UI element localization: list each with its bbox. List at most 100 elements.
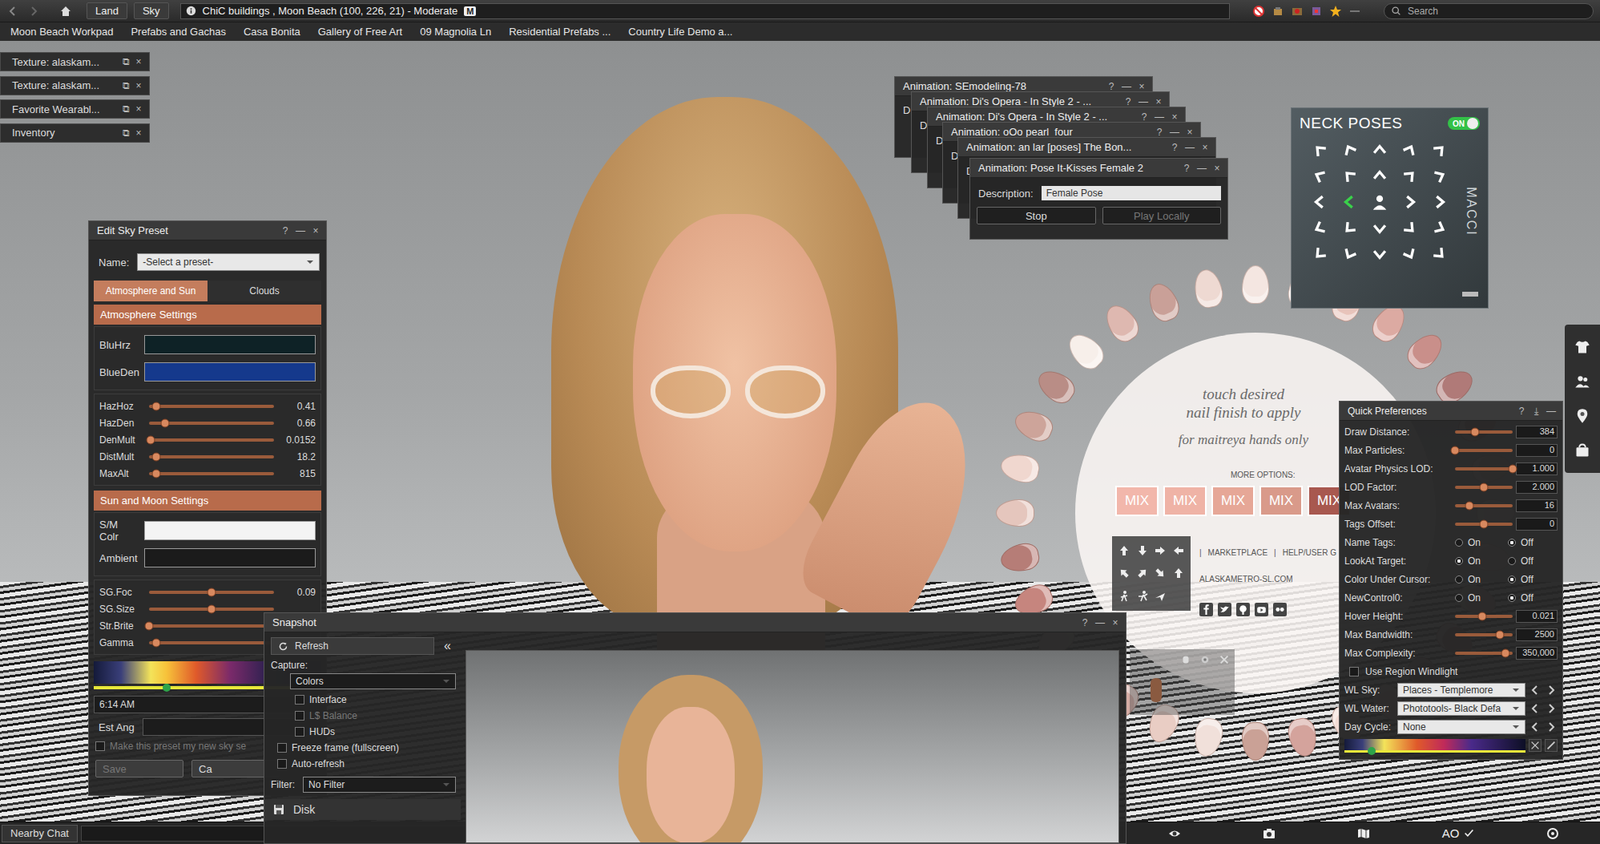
camera-arrow-icon[interactable] bbox=[1136, 566, 1149, 580]
window-control[interactable]: ? bbox=[1140, 111, 1149, 123]
window-control[interactable]: — bbox=[1138, 96, 1149, 108]
window-control[interactable]: × bbox=[1201, 141, 1210, 154]
snapshot-option-checkbox[interactable]: Auto-refresh bbox=[270, 755, 456, 772]
value-field[interactable]: 16 bbox=[1515, 499, 1558, 512]
window-control[interactable]: ? bbox=[1107, 80, 1116, 93]
neck-arrow-icon[interactable] bbox=[1400, 167, 1419, 186]
slider-track[interactable] bbox=[149, 607, 275, 611]
camera-arrow-icon[interactable] bbox=[1153, 544, 1167, 557]
reset-icon[interactable] bbox=[1528, 738, 1542, 752]
forward-arrow-icon[interactable] bbox=[27, 4, 41, 18]
slider-knob[interactable] bbox=[207, 587, 217, 597]
mix-button[interactable]: MIX bbox=[1163, 485, 1207, 516]
neck-poses-toggle[interactable]: ON bbox=[1447, 116, 1480, 130]
value-field[interactable]: 0.021 bbox=[1515, 609, 1558, 623]
value-field[interactable]: 384 bbox=[1515, 425, 1558, 439]
window-control[interactable]: — bbox=[1184, 141, 1195, 154]
slider-knob[interactable] bbox=[152, 401, 162, 411]
window-control[interactable]: × bbox=[1137, 80, 1146, 93]
window-control[interactable]: × bbox=[134, 80, 143, 92]
neck-arrow-icon[interactable] bbox=[1341, 141, 1359, 160]
toolbar-button[interactable] bbox=[1150, 826, 1199, 840]
capture-dropdown[interactable]: Colors bbox=[290, 673, 456, 690]
pinterest-icon[interactable] bbox=[1236, 602, 1250, 617]
window-control[interactable]: × bbox=[1185, 126, 1194, 138]
animation-button[interactable]: Stop bbox=[976, 206, 1097, 225]
slider-track[interactable] bbox=[1454, 467, 1513, 471]
neck-arrow-icon[interactable] bbox=[1311, 218, 1330, 237]
scripts-icon[interactable] bbox=[1290, 4, 1304, 18]
neck-arrow-icon[interactable] bbox=[1311, 141, 1330, 160]
minimized-window[interactable]: Inventory⧉× bbox=[0, 123, 150, 143]
info-icon[interactable] bbox=[185, 5, 197, 17]
radio-option[interactable]: On bbox=[1454, 555, 1505, 567]
slider-knob[interactable] bbox=[1479, 519, 1489, 528]
toolbar-button[interactable] bbox=[1245, 826, 1294, 840]
minimized-window[interactable]: Favorite Wearabl...⧉× bbox=[0, 99, 150, 119]
window-titlebar[interactable]: Edit Sky Preset?—× bbox=[88, 221, 327, 241]
window-titlebar[interactable]: Snapshot?—× bbox=[264, 612, 1126, 633]
radio-option[interactable]: Off bbox=[1507, 592, 1558, 604]
camera-arrow-icon[interactable] bbox=[1117, 566, 1131, 580]
slider-track[interactable] bbox=[1454, 448, 1513, 452]
location-field[interactable]: ChiC buildings , Moon Beach (100, 226, 2… bbox=[180, 3, 1230, 20]
collapse-button[interactable]: « bbox=[439, 638, 456, 653]
camera-arrow-icon[interactable] bbox=[1153, 566, 1167, 580]
neck-arrow-icon[interactable] bbox=[1370, 141, 1389, 160]
refresh-button[interactable]: Refresh bbox=[270, 636, 435, 655]
slider-knob[interactable] bbox=[152, 451, 162, 461]
color-swatch[interactable] bbox=[144, 548, 316, 568]
search-field[interactable] bbox=[1383, 3, 1594, 20]
walk-icon[interactable] bbox=[1117, 589, 1131, 603]
nearby-chat-button[interactable]: Nearby Chat bbox=[1, 824, 78, 843]
toolbar-button[interactable] bbox=[1339, 826, 1388, 840]
slider-knob[interactable] bbox=[145, 435, 155, 444]
neck-arrow-icon[interactable] bbox=[1341, 244, 1359, 262]
neck-arrow-icon[interactable] bbox=[1311, 193, 1330, 211]
window-control[interactable]: ? bbox=[1517, 405, 1526, 417]
mix-button[interactable]: MIX bbox=[1259, 485, 1303, 516]
favorite-link[interactable]: Moon Beach Workpad bbox=[10, 25, 113, 38]
gear-icon[interactable] bbox=[1199, 653, 1211, 665]
edit-icon[interactable] bbox=[1544, 738, 1558, 752]
window-control[interactable]: × bbox=[134, 103, 143, 115]
window-control[interactable]: ? bbox=[1155, 126, 1164, 138]
window-control[interactable]: × bbox=[1213, 162, 1222, 174]
window-titlebar[interactable]: Animation: an lar [poses] The Bon...?—× bbox=[958, 137, 1216, 158]
neck-poses-bar[interactable] bbox=[1462, 291, 1479, 297]
neck-arrow-icon[interactable] bbox=[1311, 167, 1330, 186]
next-arrow-icon[interactable] bbox=[1544, 720, 1558, 734]
radio-option[interactable]: Off bbox=[1507, 573, 1558, 585]
hand-icon[interactable] bbox=[1180, 653, 1192, 665]
mix-button[interactable]: MIX bbox=[1115, 485, 1159, 516]
radio-option[interactable]: Off bbox=[1507, 555, 1558, 567]
places-pin-icon[interactable] bbox=[1574, 407, 1591, 424]
slider-track[interactable] bbox=[149, 471, 275, 476]
slider-knob[interactable] bbox=[1479, 482, 1489, 492]
capture-layer-checkbox[interactable]: HUDs bbox=[270, 723, 456, 740]
neck-arrow-icon[interactable] bbox=[1430, 193, 1448, 211]
window-control[interactable]: ⤓ bbox=[1531, 405, 1540, 417]
window-control[interactable]: ? bbox=[1124, 96, 1133, 108]
window-control[interactable]: × bbox=[1154, 96, 1163, 108]
neck-arrow-icon[interactable] bbox=[1430, 244, 1448, 262]
appearance-shirt-icon[interactable] bbox=[1574, 338, 1591, 355]
neck-arrow-icon[interactable] bbox=[1400, 218, 1419, 237]
neck-arrow-icon[interactable] bbox=[1400, 141, 1419, 160]
window-control[interactable]: × bbox=[134, 56, 143, 68]
checkbox[interactable] bbox=[1349, 666, 1359, 677]
neck-arrow-icon[interactable] bbox=[1341, 218, 1359, 237]
color-swatch[interactable] bbox=[144, 334, 316, 355]
hud-link[interactable]: HELP/USER G bbox=[1282, 548, 1337, 557]
slider-track[interactable] bbox=[149, 590, 275, 594]
sun-knob[interactable] bbox=[162, 683, 171, 692]
neck-arrow-icon[interactable] bbox=[1341, 193, 1359, 211]
slider-track[interactable] bbox=[149, 438, 275, 442]
window-control[interactable]: ? bbox=[1182, 162, 1191, 174]
window-control[interactable]: × bbox=[1111, 616, 1120, 629]
back-arrow-icon[interactable] bbox=[6, 4, 20, 18]
youtube-icon[interactable] bbox=[1254, 602, 1269, 617]
no-voice-icon[interactable] bbox=[1252, 4, 1266, 18]
slider-knob[interactable] bbox=[1465, 500, 1475, 510]
dropdown[interactable]: Places - Templemore bbox=[1397, 682, 1526, 698]
